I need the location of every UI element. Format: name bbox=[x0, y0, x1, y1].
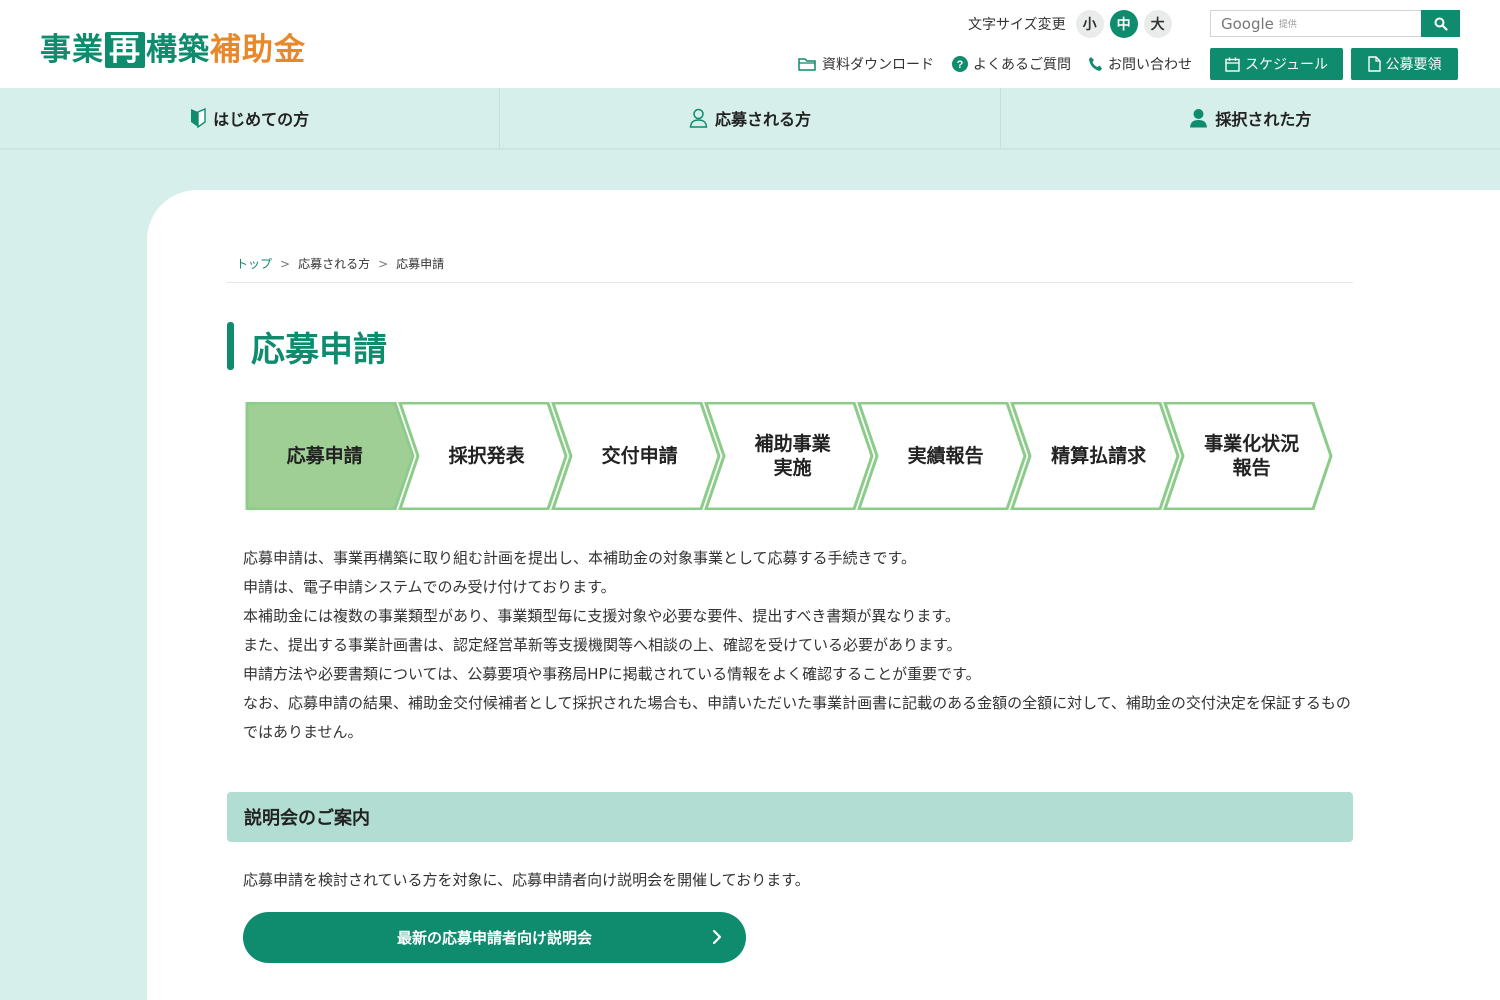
nav-item-beginners[interactable]: はじめての方 bbox=[0, 88, 501, 148]
intro-paragraph: 本補助金には複数の事業類型があり、事業類型毎に支援対象や必要な要件、提出すべき書… bbox=[243, 607, 960, 625]
font-size-switcher: 文字サイズ変更 小 中 大 bbox=[968, 10, 1172, 38]
intro-text: 応募申請は、事業再構築に取り組む計画を提出し、本補助金の対象事業として応募する手… bbox=[243, 544, 1353, 747]
user-outline-icon bbox=[689, 108, 708, 128]
phone-icon bbox=[1089, 57, 1102, 71]
site-search: Google 提供 bbox=[1210, 10, 1460, 37]
seminar-button[interactable]: 最新の応募申請者向け説明会 bbox=[243, 912, 746, 963]
search-button[interactable] bbox=[1421, 10, 1460, 37]
breadcrumb: トップ > 応募される方 > 応募申請 bbox=[236, 255, 444, 272]
nav-item-label: 応募される方 bbox=[714, 110, 811, 129]
seminar-description: 応募申請を検討されている方を対象に、応募申請者向け説明会を開催しております。 bbox=[243, 871, 810, 889]
nav-item-label: はじめての方 bbox=[213, 110, 310, 129]
search-input[interactable]: Google 提供 bbox=[1210, 10, 1421, 37]
breadcrumb-home-link[interactable]: トップ bbox=[236, 255, 272, 272]
intro-paragraph: 申請は、電子申請システムでのみ受け付けております。 bbox=[243, 578, 616, 596]
logo-text-1: 事業 bbox=[40, 32, 104, 68]
step-label: 交付申請 bbox=[601, 445, 678, 467]
user-filled-icon bbox=[1190, 109, 1208, 128]
logo-text-4: 補助金 bbox=[210, 32, 306, 68]
step-label: 精算払請求 bbox=[1051, 445, 1147, 467]
logo-text-3: 構築 bbox=[146, 32, 210, 68]
downloads-label: 資料ダウンロード bbox=[822, 57, 934, 73]
search-google-label: Google bbox=[1221, 14, 1274, 33]
seminar-button-label: 最新の応募申請者向け説明会 bbox=[396, 929, 592, 947]
intro-paragraph: なお、応募申請の結果、補助金交付候補者として採択された場合も、申請いただいた事業… bbox=[243, 694, 1351, 741]
site-logo[interactable]: 事業再構築補助金 bbox=[40, 24, 306, 69]
search-icon bbox=[1434, 17, 1448, 31]
step-label: 採択発表 bbox=[448, 445, 525, 467]
intro-paragraph: 申請方法や必要書類については、公募要項や事務局HPに掲載されている情報をよく確認… bbox=[243, 665, 981, 683]
svg-text:?: ? bbox=[957, 59, 964, 71]
faq-link[interactable]: ? よくあるご質問 bbox=[952, 52, 1071, 76]
downloads-link[interactable]: 資料ダウンロード bbox=[798, 52, 934, 76]
schedule-button[interactable]: スケジュール bbox=[1210, 48, 1343, 80]
guidelines-label: 公募要領 bbox=[1385, 57, 1442, 73]
breadcrumb-current: 応募申請 bbox=[396, 257, 445, 271]
font-size-medium-button[interactable]: 中 bbox=[1109, 10, 1138, 38]
breadcrumb-parent-link[interactable]: 応募される方 bbox=[298, 255, 370, 272]
breadcrumb-divider bbox=[227, 282, 1353, 283]
search-provided-label: 提供 bbox=[1278, 20, 1297, 30]
font-size-large-button[interactable]: 大 bbox=[1143, 10, 1172, 38]
beginner-mark-icon bbox=[191, 108, 206, 128]
chevron-right-icon bbox=[712, 929, 722, 945]
site-header: 事業再構築補助金 文字サイズ変更 小 中 大 Google 提供 資料ダウンロー… bbox=[0, 0, 1500, 88]
intro-paragraph: 応募申請は、事業再構築に取り組む計画を提出し、本補助金の対象事業として応募する手… bbox=[243, 549, 917, 567]
nav-item-adopted[interactable]: 採択された方 bbox=[1001, 88, 1500, 148]
title-accent-bar bbox=[227, 322, 234, 370]
nav-item-label: 採択された方 bbox=[1215, 110, 1312, 129]
font-size-small-button[interactable]: 小 bbox=[1075, 10, 1104, 38]
step-label: 事業化状況 報告 bbox=[1204, 433, 1300, 479]
step-label: 応募申請 bbox=[286, 445, 363, 467]
page-title: 応募申請 bbox=[227, 322, 387, 370]
intro-paragraph: また、提出する事業計画書は、認定経営革新等支援機関等へ相談の上、確認を受けている… bbox=[243, 636, 962, 654]
step-label: 実績報告 bbox=[907, 445, 984, 467]
contact-label: お問い合わせ bbox=[1108, 57, 1192, 73]
document-icon bbox=[1367, 56, 1381, 72]
font-size-label: 文字サイズ変更 bbox=[968, 17, 1066, 33]
faq-label: よくあるご質問 bbox=[973, 57, 1071, 73]
breadcrumb-separator: > bbox=[378, 256, 389, 271]
calendar-icon bbox=[1225, 57, 1240, 72]
guidelines-button[interactable]: 公募要領 bbox=[1351, 48, 1458, 80]
seminar-heading: 説明会のご案内 bbox=[227, 792, 1353, 842]
global-nav: はじめての方 応募される方 採択された方 bbox=[0, 88, 1500, 150]
nav-item-applicants[interactable]: 応募される方 bbox=[500, 88, 1001, 148]
logo-text-2: 再 bbox=[105, 32, 145, 68]
page-title-text: 応募申請 bbox=[251, 329, 387, 370]
folder-icon bbox=[798, 57, 816, 71]
breadcrumb-separator: > bbox=[280, 256, 291, 271]
question-icon: ? bbox=[952, 56, 968, 72]
schedule-label: スケジュール bbox=[1244, 57, 1329, 73]
contact-link[interactable]: お問い合わせ bbox=[1088, 52, 1192, 76]
step-label: 補助事業 実施 bbox=[754, 433, 831, 479]
